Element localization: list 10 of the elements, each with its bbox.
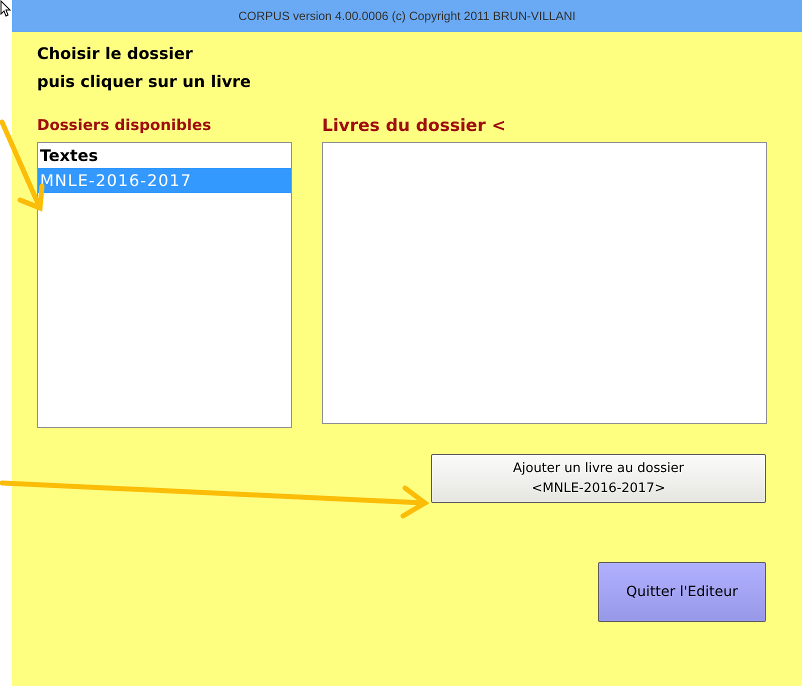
instruction-text: puis cliquer sur un livre — [37, 71, 252, 93]
folders-label: Dossiers disponibles — [37, 116, 212, 136]
instruction-text: Choisir le dossier — [37, 43, 194, 65]
quit-button[interactable]: Quitter l'Editeur — [598, 562, 766, 622]
window-title: CORPUS version 4.00.0006 (c) Copyright 2011 BRUN-VILLANI — [12, 0, 802, 32]
book-list[interactable] — [322, 142, 767, 424]
add-book-button[interactable]: Ajouter un livre au dossier <MNLE-2016-2017> — [431, 454, 766, 503]
folder-list[interactable]: Textes MNLE-2016-2017 — [37, 142, 292, 428]
books-label: Livres du dossier < — [322, 116, 507, 138]
folder-item[interactable]: Textes — [38, 143, 291, 168]
